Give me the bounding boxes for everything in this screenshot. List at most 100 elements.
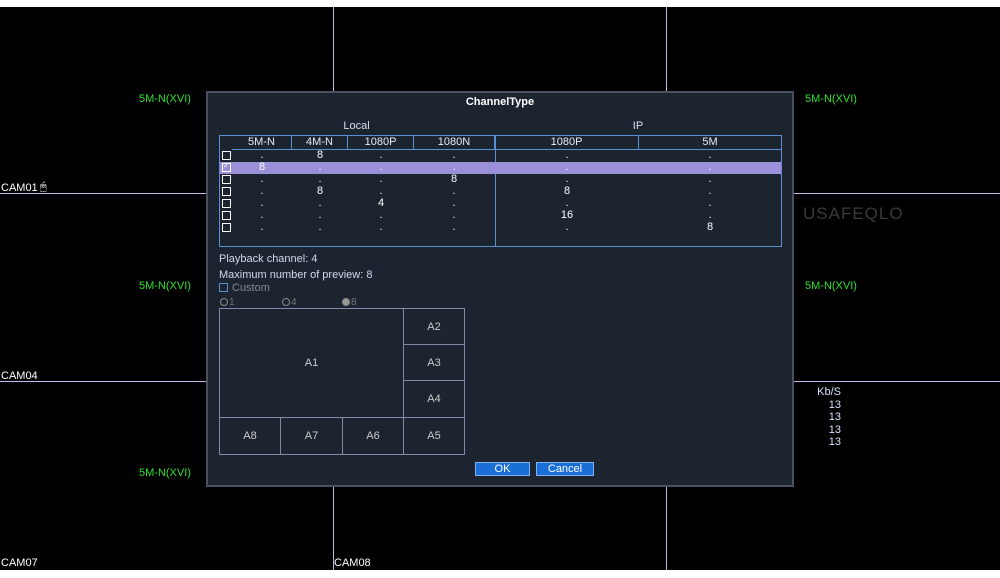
table-cell: . — [452, 149, 456, 161]
radio-label: 8 — [351, 297, 357, 308]
camera-label-cam04: CAM04 — [1, 370, 38, 382]
camera-label-cam01: CAM01 — [1, 182, 38, 194]
resolution-label: 5M-N(XVI) — [139, 93, 191, 105]
column-header: 1080N — [414, 136, 495, 150]
camera-label-cam08: CAM08 — [334, 557, 371, 569]
table-cell: . — [260, 209, 264, 221]
table-row[interactable]: . 8.... — [220, 149, 781, 162]
table-cell: . — [318, 209, 322, 221]
table-cell: . — [260, 173, 264, 185]
table-cell: . — [708, 197, 712, 209]
table-cell: . — [318, 221, 322, 233]
preview-pane[interactable]: A5 — [403, 417, 465, 455]
preview-pane[interactable]: A8 — [219, 417, 281, 455]
row-checkbox[interactable] — [222, 151, 231, 160]
max-preview-text: Maximum number of preview: 8 — [219, 269, 373, 281]
preview-pane[interactable]: A1 — [219, 308, 404, 418]
preview-pane[interactable]: A4 — [403, 380, 465, 418]
row-checkbox[interactable] — [222, 223, 231, 232]
resolution-label: 5M-N(XVI) — [139, 280, 191, 292]
table-row[interactable]: ... 8.. — [220, 173, 781, 186]
table-cell: . — [260, 149, 264, 161]
radio-icon — [282, 298, 290, 306]
table-cell: . — [565, 197, 569, 209]
table-cell: . — [452, 197, 456, 209]
resolution-label: 5M-N(XVI) — [805, 280, 857, 292]
table-cell: 8 — [563, 185, 571, 197]
checkbox-icon — [219, 283, 228, 292]
table-cell: 8 — [258, 161, 266, 173]
channel-type-dialog: ChannelType Local IP 5M-N 4M-N 1080P 108… — [206, 91, 794, 487]
table-cell: 8 — [316, 149, 324, 161]
mouse-cursor-icon: 🖱 — [40, 181, 47, 193]
table-cell: . — [452, 185, 456, 197]
preview-pane[interactable]: A3 — [403, 344, 465, 381]
bitrate-value: 13 — [828, 423, 841, 436]
radio-label: 4 — [291, 297, 297, 308]
table-cell: . — [318, 173, 322, 185]
table-cell: . — [318, 197, 322, 209]
bitrate-header: Kb/S — [817, 386, 841, 398]
table-cell: . — [565, 173, 569, 185]
table-cell: . — [708, 209, 712, 221]
table-cell: . — [565, 221, 569, 233]
table-cell: . — [708, 173, 712, 185]
dialog-title: ChannelType — [465, 96, 535, 108]
column-header: 5M — [639, 136, 781, 150]
table-cell: . — [565, 149, 569, 161]
ok-button[interactable]: OK — [475, 462, 530, 476]
table-row[interactable]: .. 4... — [220, 197, 781, 210]
camera-label-cam07: CAM07 — [1, 557, 38, 569]
row-checkbox[interactable] — [222, 199, 231, 208]
row-checkbox[interactable] — [222, 175, 231, 184]
table-cell: . — [318, 161, 322, 173]
table-row[interactable]: .... 16. — [220, 209, 781, 222]
preview-pane[interactable]: A2 — [403, 308, 465, 345]
table-cell: . — [708, 161, 712, 173]
table-row[interactable]: 8..... — [220, 161, 781, 174]
table-cell: 8 — [450, 173, 458, 185]
column-header: 1080P — [348, 136, 414, 150]
table-cell: . — [708, 149, 712, 161]
custom-label: Custom — [232, 282, 270, 294]
row-checkbox[interactable] — [222, 187, 231, 196]
table-cell: . — [452, 161, 456, 173]
row-checkbox[interactable] — [222, 161, 231, 172]
watermark: USAFEQLO — [803, 204, 904, 223]
row-checkbox[interactable] — [222, 211, 231, 220]
custom-checkbox[interactable]: Custom — [219, 282, 270, 294]
cancel-button[interactable]: Cancel — [536, 462, 594, 476]
table-cell: . — [260, 221, 264, 233]
table-cell: . — [260, 197, 264, 209]
radio-layout-4[interactable]: 4 — [282, 297, 297, 308]
group-ip-label: IP — [632, 120, 644, 132]
preview-pane[interactable]: A7 — [280, 417, 343, 455]
radio-label: 1 — [229, 297, 235, 308]
table-cell: . — [379, 185, 383, 197]
bitrate-value: 13 — [828, 411, 841, 423]
table-cell: . — [708, 185, 712, 197]
table-row[interactable]: . 8.. 8. — [220, 185, 781, 198]
table-cell: . — [379, 209, 383, 221]
table-cell: 4 — [377, 197, 385, 209]
bitrate-value: 13 — [828, 436, 841, 448]
table-cell: 8 — [706, 221, 714, 233]
radio-layout-8[interactable]: 8 — [342, 297, 357, 308]
table-cell: . — [379, 161, 383, 173]
bitrate-panel: Kb/S 13 13 13 13 — [815, 386, 841, 449]
table-cell: . — [452, 209, 456, 221]
preview-pane[interactable]: A6 — [342, 417, 404, 455]
table-cell: . — [452, 221, 456, 233]
group-local-label: Local — [343, 120, 370, 132]
radio-selected-icon — [342, 298, 350, 306]
table-row[interactable]: ..... 8 — [220, 221, 781, 234]
resolution-label: 5M-N(XVI) — [805, 93, 857, 105]
table-cell: . — [379, 221, 383, 233]
playback-channel-text: Playback channel: 4 — [219, 253, 318, 265]
column-header: 5M-N — [232, 136, 292, 150]
table-cell: . — [379, 149, 383, 161]
column-header: 1080P — [495, 136, 639, 150]
radio-layout-1[interactable]: 1 — [220, 297, 235, 308]
table-cell: . — [379, 173, 383, 185]
table-cell: . — [565, 161, 569, 173]
